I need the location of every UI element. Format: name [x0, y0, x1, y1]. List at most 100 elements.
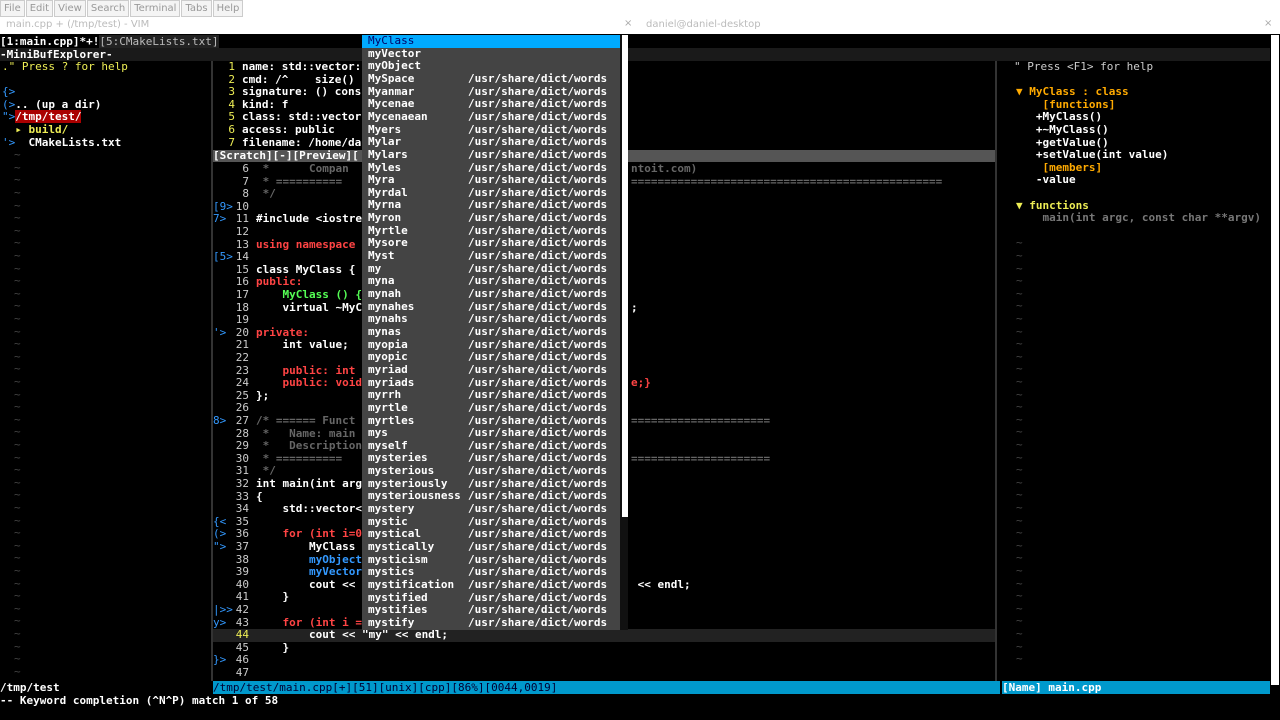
line-number: 42	[235, 603, 249, 616]
close-icon[interactable]: ×	[1264, 18, 1272, 29]
completion-item[interactable]: mystify/usr/share/dict/words	[362, 615, 620, 630]
code-text: public: int	[256, 363, 356, 377]
completion-word: myrrh	[368, 388, 402, 402]
line-number: 6	[228, 123, 235, 136]
empty-line-tilde: ~	[1016, 463, 1023, 477]
taglist-entry[interactable]: -value	[1016, 174, 1076, 187]
line-number: 44	[235, 628, 249, 642]
window-title[interactable]: main.cpp + (/tmp/test) - VIM	[6, 19, 149, 30]
menu-terminal[interactable]: Terminal	[130, 0, 181, 17]
empty-line-tilde: ~	[14, 652, 21, 666]
line-number: 3	[228, 85, 235, 99]
completion-word: myriad	[368, 362, 408, 376]
completion-word: my	[368, 261, 382, 275]
code-line[interactable]: }> 46	[213, 654, 995, 667]
taglist-entry[interactable]: +setValue(int value)	[1016, 149, 1168, 162]
completion-source: /usr/share/dict/words	[468, 71, 608, 85]
menu-tabs[interactable]: Tabs	[181, 0, 212, 17]
line-number: 12	[235, 225, 249, 238]
code-line[interactable]: 45 }	[213, 641, 995, 655]
close-icon[interactable]: ×	[624, 18, 632, 29]
completion-word: Myst	[368, 249, 395, 263]
sign-mark: '>	[213, 325, 227, 339]
code-text: public:	[256, 275, 303, 289]
terminal-scrollbar-thumb[interactable]	[1271, 35, 1279, 685]
code-text: std::vector<	[256, 502, 362, 516]
taglist-entry[interactable]: ▼ MyClass : class	[1016, 86, 1129, 99]
menu-search[interactable]: Search	[86, 0, 130, 17]
preview-line: 6 access: public	[213, 123, 335, 137]
line-number: 8	[242, 187, 249, 201]
explorer-item-label: .. (up a dir)	[15, 97, 102, 111]
code-text: myVector	[256, 565, 362, 579]
sign-mark: [5>	[213, 250, 233, 264]
taglist-entry[interactable]: main(int argc, const char **argv)	[1016, 212, 1261, 225]
completion-word: mystify	[368, 615, 415, 629]
code-text-tail: ;	[631, 300, 638, 314]
completion-word: mystic	[368, 514, 408, 528]
completion-word: mys	[368, 426, 388, 440]
menu-view[interactable]: View	[54, 0, 86, 17]
code-text: cout <<	[256, 577, 356, 591]
completion-source: /usr/share/dict/words	[468, 362, 608, 376]
completion-word: myopia	[368, 337, 408, 351]
completion-word: mynah	[368, 287, 402, 300]
completion-source: /usr/share/dict/words	[468, 502, 608, 516]
completion-source: /usr/share/dict/words	[468, 135, 608, 149]
empty-line-tilde: ~	[1016, 652, 1023, 666]
completion-word: myVector	[368, 46, 421, 60]
completion-popup[interactable]: MyClass myVector myObject MySpace/usr/share…	[362, 34, 628, 630]
completion-word: Myers	[368, 122, 402, 136]
completion-source: /usr/share/dict/words	[468, 287, 608, 300]
empty-line-tilde: ~	[1016, 337, 1023, 351]
menu-edit[interactable]: Edit	[25, 0, 54, 17]
file-explorer-pane[interactable]: ." Press ? for help {> (>.. (up a dir) ">/t…	[0, 60, 211, 681]
explorer-help: ." Press ? for help	[2, 60, 128, 73]
popup-scrollbar-thumb[interactable]	[622, 35, 628, 517]
empty-line-tilde: ~	[1016, 249, 1023, 262]
completion-word: mystics	[368, 565, 415, 579]
empty-line-tilde: ~	[14, 438, 21, 451]
completion-word: Mycenaean	[368, 109, 428, 123]
code-line[interactable]: 44 cout << "my" << endl;	[213, 628, 995, 642]
preview-text: access: public	[242, 123, 335, 136]
completion-word: myself	[368, 438, 408, 452]
sign-mark: y>	[213, 615, 227, 629]
completion-word: mysteriousness	[368, 489, 461, 503]
line-number: 22	[235, 351, 249, 364]
line-number: 32	[235, 477, 249, 490]
empty-line-tilde: ~	[14, 501, 21, 514]
taglist-pane[interactable]: " Press <F1> for help ▼ MyClass : class […	[1002, 60, 1270, 681]
vim-tabline: [1:main.cpp]*+![5:CMakeLists.txt]	[0, 35, 1280, 48]
empty-line-tilde: ~	[14, 400, 21, 414]
explorer-item-label: CMakeLists.txt	[15, 135, 122, 149]
line-number: 17	[235, 288, 249, 301]
taglist-help: " Press <F1> for help	[1014, 60, 1154, 73]
terminal-tab-title[interactable]: daniel@daniel-desktop	[646, 19, 761, 30]
preview-text: filename: /home/da	[242, 135, 362, 149]
code-text-tail: ========================================…	[631, 174, 943, 188]
code-text: * Name: main	[256, 426, 356, 440]
empty-line-tilde: ~	[1016, 589, 1023, 603]
taglist-entry[interactable]: +~MyClass()	[1016, 123, 1109, 137]
completion-word: MyClass	[368, 34, 415, 47]
code-text: myObject	[256, 552, 362, 566]
empty-line-tilde: ~	[14, 375, 21, 388]
empty-line-tilde: ~	[14, 211, 21, 225]
pane-divider[interactable]	[995, 61, 997, 681]
sign-mark: 8>	[213, 414, 227, 427]
tab-main-cpp[interactable]: [1:main.cpp]*+!	[0, 35, 99, 48]
completion-word: mynas	[368, 324, 402, 338]
empty-line-tilde: ~	[14, 664, 21, 678]
tab-cmakelists[interactable]: [5:CMakeLists.txt]	[99, 35, 219, 48]
menu-help[interactable]: Help	[212, 0, 244, 17]
completion-word: mynahes	[368, 299, 415, 313]
completion-word: myrtle	[368, 400, 408, 414]
code-line[interactable]: 47	[213, 666, 995, 680]
code-text: private:	[256, 325, 309, 339]
sign-mark: 7>	[213, 212, 227, 226]
terminal-scrollbar[interactable]	[1270, 35, 1280, 685]
completion-item[interactable]: Myst/usr/share/dict/words	[362, 249, 620, 263]
completion-source: /usr/share/dict/words	[468, 211, 608, 225]
menu-file[interactable]: File	[0, 0, 25, 17]
